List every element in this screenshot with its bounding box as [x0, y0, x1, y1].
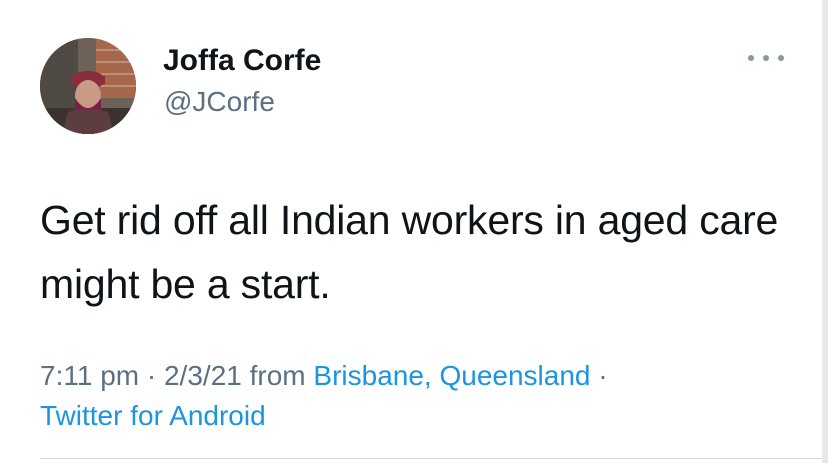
avatar[interactable] — [40, 38, 136, 134]
dot-icon — [778, 55, 784, 61]
display-name[interactable]: Joffa Corfe — [163, 44, 321, 78]
tweet-text: Get rid off all Indian workers in aged c… — [40, 197, 779, 307]
tweet-meta: 7:11 pm · 2/3/21 from Brisbane, Queensla… — [40, 356, 800, 436]
source-link[interactable]: Twitter for Android — [40, 400, 266, 431]
location-link[interactable]: Brisbane, Queensland — [313, 360, 590, 391]
meta-separator-2: · — [590, 360, 608, 391]
more-options-icon[interactable] — [748, 48, 784, 68]
tweet-time: 7:11 pm — [40, 360, 140, 391]
avatar-photo-icon — [40, 38, 136, 134]
dot-icon — [763, 55, 769, 61]
scroll-edge — [822, 0, 828, 463]
meta-separator: · — [139, 360, 164, 391]
from-label: from — [241, 360, 314, 391]
tweet-card: Joffa Corfe @JCorfe Get rid off all Indi… — [0, 0, 828, 463]
divider — [40, 458, 828, 459]
dot-icon — [748, 55, 754, 61]
tweet-date: 2/3/21 — [163, 360, 242, 391]
user-handle[interactable]: @JCorfe — [164, 86, 275, 118]
